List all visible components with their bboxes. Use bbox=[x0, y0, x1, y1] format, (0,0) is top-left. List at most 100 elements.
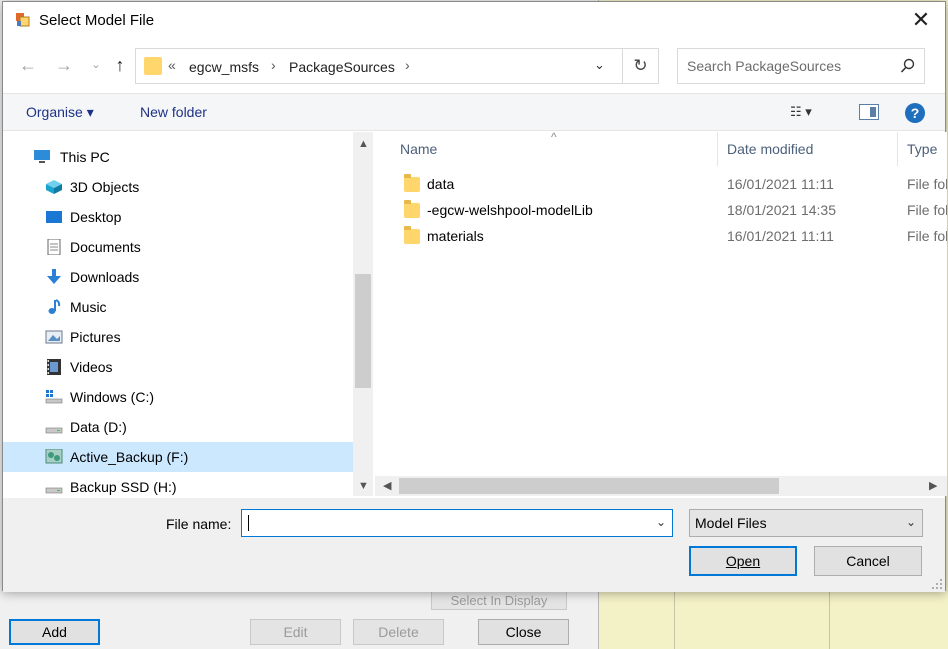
breadcrumb-egcw-msfs[interactable]: egcw_msfs bbox=[189, 59, 259, 75]
address-dropdown-icon[interactable]: ⌄ bbox=[594, 57, 605, 73]
close-button[interactable]: Close bbox=[478, 619, 569, 645]
nav-item-this-pc[interactable]: This PC bbox=[3, 142, 353, 172]
up-arrow-icon[interactable]: ↑ bbox=[111, 56, 129, 74]
nav-item-windows-c[interactable]: Windows (C:) bbox=[3, 382, 353, 412]
resize-grip-icon[interactable] bbox=[931, 578, 943, 590]
this-pc-icon bbox=[34, 150, 50, 163]
drive-d-icon bbox=[45, 427, 63, 434]
nav-item-label: This PC bbox=[60, 149, 110, 165]
address-row: ← → ⌄ ↑ « egcw_msfs › PackageSources › ⌄… bbox=[3, 46, 945, 86]
file-name: data bbox=[427, 176, 455, 192]
scroll-down-icon[interactable]: ▼ bbox=[358, 480, 369, 492]
network-drive-icon bbox=[45, 449, 63, 464]
grid-line bbox=[829, 590, 830, 649]
nav-item-label: Active_Backup (F:) bbox=[70, 449, 189, 465]
nav-item-label: Videos bbox=[70, 359, 113, 375]
folder-icon bbox=[144, 57, 162, 75]
overflow-chevron-icon[interactable]: « bbox=[168, 57, 176, 73]
pictures-icon bbox=[45, 330, 63, 344]
nav-item-pictures[interactable]: Pictures bbox=[3, 322, 353, 352]
column-header-type[interactable]: Type bbox=[907, 141, 937, 157]
chevron-down-icon[interactable]: ⌄ bbox=[656, 515, 666, 529]
videos-icon bbox=[47, 359, 61, 375]
navigation-pane: This PC 3D Objects Desktop Documents Dow… bbox=[3, 132, 373, 496]
nav-item-label: 3D Objects bbox=[70, 179, 140, 195]
nav-item-label: Backup SSD (H:) bbox=[70, 479, 177, 495]
table-row[interactable]: -egcw-welshpool-modelLib 18/01/2021 14:3… bbox=[375, 198, 947, 224]
nav-item-3d-objects[interactable]: 3D Objects bbox=[3, 172, 353, 202]
organise-menu[interactable]: Organise ▾ bbox=[26, 104, 94, 121]
file-type-select[interactable]: Model Files ⌄ bbox=[689, 509, 923, 537]
forward-arrow-icon[interactable]: → bbox=[55, 56, 73, 74]
scroll-right-icon[interactable]: ▶ bbox=[929, 479, 937, 492]
scroll-up-icon[interactable]: ▲ bbox=[358, 138, 369, 150]
nav-item-label: Downloads bbox=[70, 269, 140, 285]
add-button[interactable]: Add bbox=[9, 619, 100, 645]
breadcrumb-separator-icon: › bbox=[405, 57, 410, 73]
folder-icon bbox=[404, 174, 420, 192]
file-name-input[interactable] bbox=[246, 514, 646, 532]
new-folder-button[interactable]: New folder bbox=[140, 104, 207, 120]
nav-item-active-backup-f[interactable]: Active_Backup (F:) bbox=[3, 442, 353, 472]
breadcrumb-packagesources[interactable]: PackageSources bbox=[289, 59, 395, 75]
file-name-combo[interactable]: ⌄ bbox=[241, 509, 673, 537]
folder-icon bbox=[404, 226, 420, 244]
nav-item-label: Music bbox=[70, 299, 107, 315]
scroll-left-icon[interactable]: ◀ bbox=[383, 479, 391, 492]
refresh-icon[interactable]: ↻ bbox=[623, 48, 659, 84]
column-divider[interactable] bbox=[897, 132, 898, 166]
file-name-label: File name: bbox=[166, 516, 232, 532]
file-name: -egcw-welshpool-modelLib bbox=[427, 202, 593, 218]
column-divider[interactable] bbox=[717, 132, 718, 166]
scrollbar-thumb[interactable] bbox=[355, 274, 371, 388]
cancel-button[interactable]: Cancel bbox=[814, 546, 922, 576]
file-date: 16/01/2021 11:11 bbox=[727, 176, 834, 192]
chevron-down-icon[interactable]: ⌄ bbox=[906, 515, 916, 529]
edit-button[interactable]: Edit bbox=[250, 619, 341, 645]
table-row[interactable]: data 16/01/2021 11:11 File folder bbox=[375, 172, 947, 198]
title-bar: Select Model File ✕ bbox=[3, 2, 945, 40]
column-header-date-modified[interactable]: Date modified bbox=[727, 141, 813, 157]
file-date: 18/01/2021 14:35 bbox=[727, 202, 836, 218]
search-icon[interactable] bbox=[900, 58, 916, 74]
nav-item-label: Documents bbox=[70, 239, 141, 255]
table-row[interactable]: materials 16/01/2021 11:11 File folder bbox=[375, 224, 947, 250]
nav-item-label: Windows (C:) bbox=[70, 389, 155, 405]
select-in-display-button[interactable]: Select In Display bbox=[431, 590, 567, 610]
view-options-icon[interactable]: ☷ ▾ bbox=[790, 104, 830, 122]
nav-item-desktop[interactable]: Desktop bbox=[3, 202, 353, 232]
dialog-title: Select Model File bbox=[39, 12, 155, 29]
file-type: File folder bbox=[907, 228, 947, 244]
nav-item-label: Data (D:) bbox=[70, 419, 127, 435]
drive-h-icon bbox=[45, 487, 63, 494]
breadcrumb-separator-icon: › bbox=[271, 57, 276, 73]
search-box[interactable] bbox=[677, 48, 925, 84]
nav-item-label: Desktop bbox=[70, 209, 122, 225]
cancel-button-label: Cancel bbox=[846, 553, 890, 569]
file-list-horizontal-scrollbar[interactable]: ◀ ▶ bbox=[375, 476, 947, 496]
back-arrow-icon[interactable]: ← bbox=[19, 56, 37, 74]
scrollbar-thumb[interactable] bbox=[399, 478, 779, 494]
nav-item-documents[interactable]: Documents bbox=[3, 232, 353, 262]
command-toolbar: Organise ▾ New folder ☷ ▾ ? bbox=[3, 93, 945, 131]
nav-item-downloads[interactable]: Downloads bbox=[3, 262, 353, 292]
folder-icon bbox=[404, 200, 420, 218]
recent-locations-chevron-icon[interactable]: ⌄ bbox=[87, 56, 105, 74]
close-icon[interactable]: ✕ bbox=[911, 9, 931, 31]
nav-item-videos[interactable]: Videos bbox=[3, 352, 353, 382]
nav-item-data-d[interactable]: Data (D:) bbox=[3, 412, 353, 442]
address-bar[interactable]: « egcw_msfs › PackageSources › ⌄ bbox=[135, 48, 623, 84]
delete-button[interactable]: Delete bbox=[353, 619, 444, 645]
preview-pane-icon[interactable] bbox=[859, 104, 879, 120]
nav-item-label: Pictures bbox=[70, 329, 121, 345]
navigation-scrollbar[interactable]: ▲ ▼ bbox=[353, 132, 373, 496]
column-header-name[interactable]: Name bbox=[400, 141, 437, 157]
help-icon[interactable]: ? bbox=[905, 103, 925, 123]
open-button[interactable]: Open bbox=[689, 546, 797, 576]
documents-icon bbox=[47, 239, 61, 255]
search-input[interactable] bbox=[687, 56, 887, 76]
sort-ascending-icon: ^ bbox=[551, 132, 557, 144]
downloads-icon bbox=[47, 269, 61, 284]
nav-item-music[interactable]: Music bbox=[3, 292, 353, 322]
nav-item-backup-ssd-h[interactable]: Backup SSD (H:) bbox=[3, 472, 353, 496]
